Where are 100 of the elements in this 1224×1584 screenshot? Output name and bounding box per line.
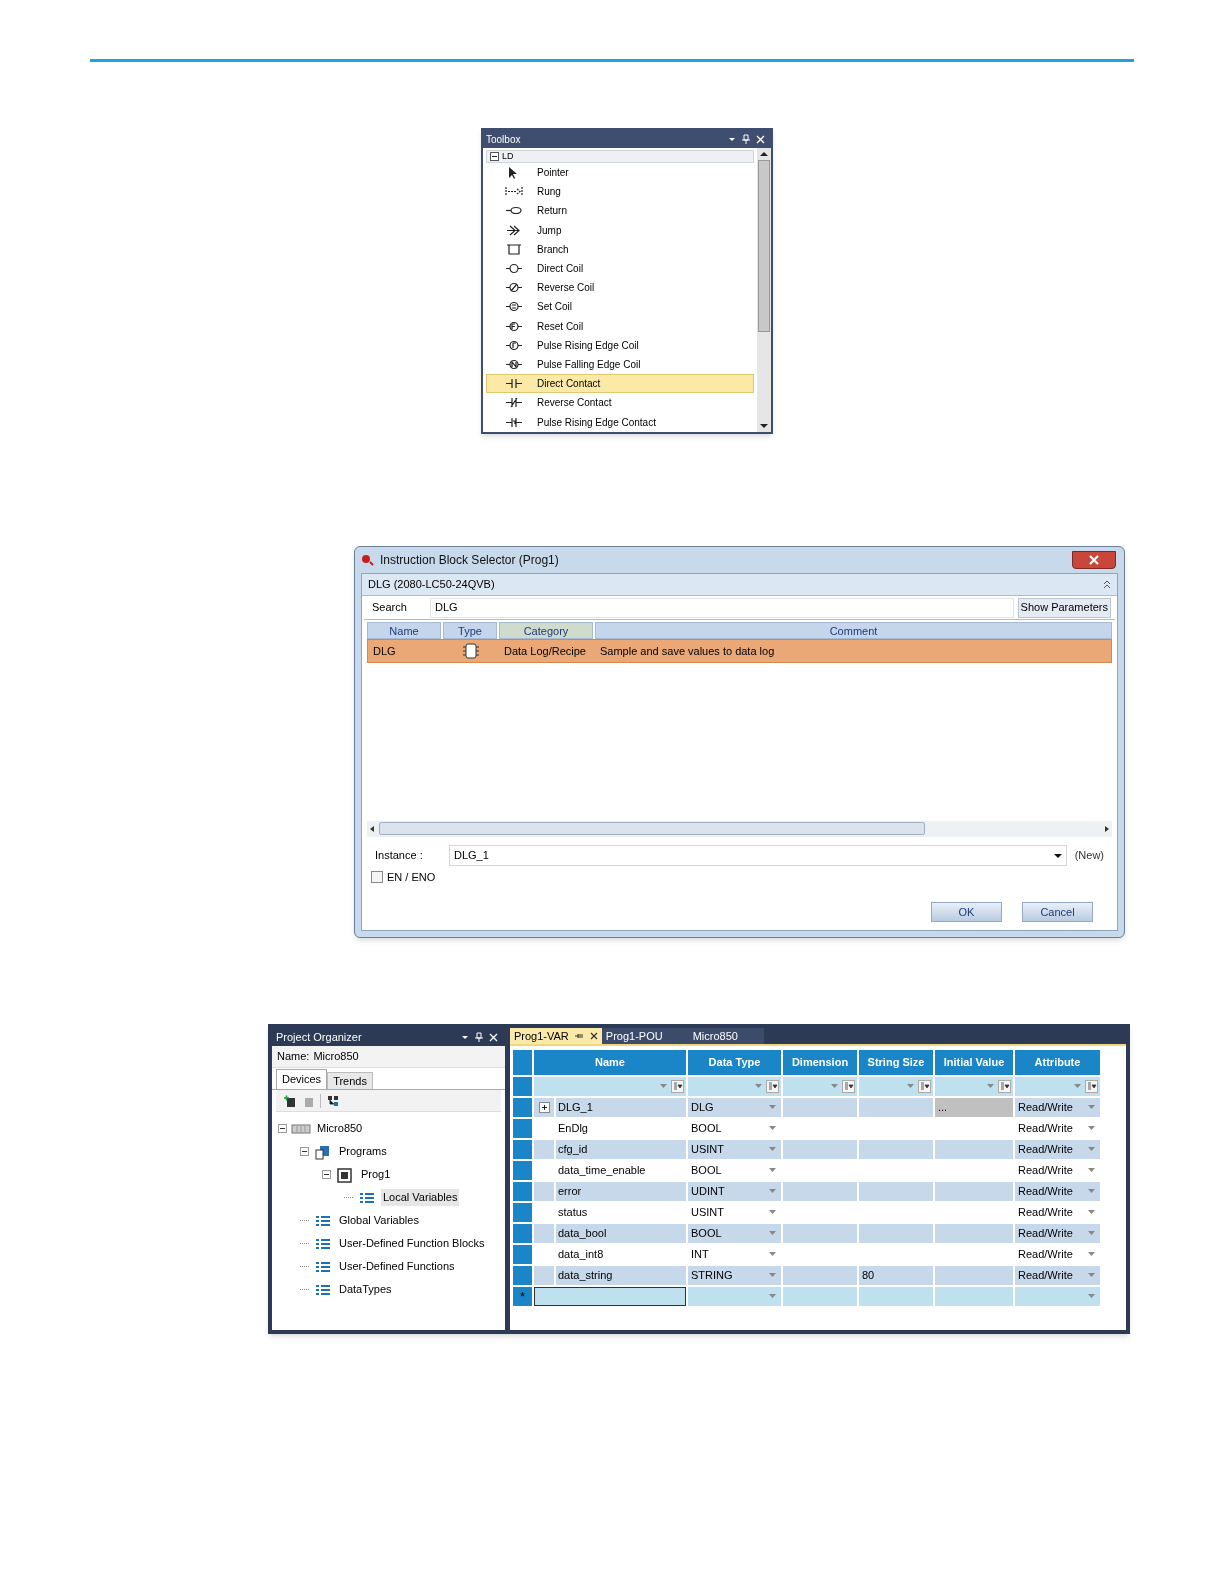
dropdown-icon xyxy=(1088,1168,1095,1173)
toolbox-item[interactable]: Return xyxy=(486,201,754,221)
filter-field[interactable] xyxy=(935,1077,1013,1096)
section-header: DLG (2080-LC50-24QVB) xyxy=(368,577,496,593)
column-header[interactable]: Category xyxy=(499,622,593,639)
group-label: LD xyxy=(502,149,514,163)
dropdown-icon xyxy=(769,1252,776,1257)
dropdown-cell[interactable]: UDINT xyxy=(688,1182,781,1201)
dropdown-cell[interactable]: STRING xyxy=(688,1266,781,1285)
column-header[interactable]: Name xyxy=(534,1050,686,1075)
tree-item[interactable]: DataTypes xyxy=(337,1281,394,1298)
row-header[interactable] xyxy=(513,1266,532,1285)
dropdown-icon xyxy=(1088,1252,1095,1257)
toolbox-item[interactable]: Pulse Falling Edge Coil xyxy=(486,354,754,375)
expander-cell[interactable] xyxy=(534,1224,554,1243)
column-header[interactable]: Name xyxy=(367,622,441,639)
filter-field[interactable] xyxy=(1015,1077,1100,1096)
dropdown-cell[interactable]: USINT xyxy=(688,1140,781,1159)
column-header[interactable]: Comment xyxy=(595,622,1112,639)
tree-item[interactable]: Programs xyxy=(337,1143,389,1160)
instance-label: Instance : xyxy=(375,848,424,864)
toolbox-item[interactable]: Reverse Contact xyxy=(486,393,754,413)
panel-tab[interactable]: Devices xyxy=(276,1069,328,1089)
table-cell[interactable] xyxy=(783,1287,857,1306)
tree-item[interactable]: User-Defined Function Blocks xyxy=(337,1235,487,1252)
column-header[interactable]: Attribute xyxy=(1015,1050,1100,1075)
dropdown-cell[interactable]: Read/Write xyxy=(1015,1266,1100,1285)
tree-item[interactable]: Micro850 xyxy=(315,1120,365,1137)
toolbox-item[interactable]: Pulse Rising Edge Coil xyxy=(486,335,754,355)
column-header[interactable]: Initial Value xyxy=(935,1050,1013,1075)
row-header[interactable] xyxy=(513,1161,532,1180)
column-header[interactable]: String Size xyxy=(859,1050,933,1075)
dropdown-icon xyxy=(769,1168,776,1173)
expander-cell[interactable] xyxy=(534,1140,554,1159)
toolbox-item[interactable]: Jump xyxy=(486,220,754,240)
expander-cell[interactable] xyxy=(534,1098,554,1117)
table-cell: ... xyxy=(935,1098,1013,1117)
table-cell[interactable] xyxy=(935,1287,1013,1306)
dropdown-icon xyxy=(769,1126,776,1131)
tree-item[interactable]: Local Variables xyxy=(381,1189,460,1206)
panel-tab[interactable]: Trends xyxy=(327,1072,373,1089)
document-tab[interactable]: Prog1-VAR xyxy=(510,1028,602,1044)
filter-field[interactable] xyxy=(783,1077,857,1096)
toolbox-item[interactable]: Set Coil xyxy=(486,297,754,317)
result-row[interactable]: DLG Data Log/Recipe Sample and save values to data log xyxy=(367,639,1112,663)
toolbox-item[interactable]: Pointer xyxy=(486,163,754,183)
expander-cell[interactable] xyxy=(534,1266,554,1285)
dropdown-cell[interactable] xyxy=(688,1287,781,1306)
table-cell[interactable] xyxy=(859,1287,933,1306)
tree-item[interactable]: Global Variables xyxy=(337,1212,421,1229)
scrollbar[interactable] xyxy=(757,148,771,432)
dropdown-cell[interactable]: Read/Write xyxy=(1015,1140,1100,1159)
filter-field[interactable] xyxy=(688,1077,781,1096)
search-field[interactable]: DLG xyxy=(430,597,1014,618)
toolbox-item[interactable]: Reverse Coil xyxy=(486,278,754,298)
row-header[interactable] xyxy=(513,1224,532,1243)
dropdown-icon xyxy=(769,1147,776,1152)
dropdown-icon xyxy=(728,135,736,143)
tree-item[interactable]: Prog1 xyxy=(359,1166,393,1183)
row-header[interactable] xyxy=(513,1203,532,1222)
dropdown-cell[interactable]: DLG xyxy=(688,1098,781,1117)
toolbox-item[interactable]: Reset Coil xyxy=(486,316,754,336)
dialog-button[interactable]: OK xyxy=(931,902,1002,922)
dropdown-cell[interactable]: BOOL xyxy=(688,1224,781,1243)
document-tab[interactable]: Micro850 xyxy=(666,1028,764,1044)
toolbox-item[interactable]: Pulse Rising Edge Contact xyxy=(486,412,754,432)
dropdown-icon xyxy=(907,1084,914,1089)
instance-dropdown[interactable]: DLG_1 xyxy=(449,845,1067,866)
column-header[interactable]: Type xyxy=(443,622,497,639)
en-eno-checkbox[interactable]: EN / ENO xyxy=(371,868,436,885)
toolbox-item[interactable]: Rung xyxy=(486,182,754,202)
row-header[interactable] xyxy=(513,1182,532,1201)
dropdown-cell[interactable] xyxy=(1015,1287,1100,1306)
row-header[interactable] xyxy=(513,1245,532,1264)
dropdown-icon xyxy=(831,1084,838,1089)
dropdown-cell[interactable]: Read/Write xyxy=(1015,1098,1100,1117)
document-tab[interactable]: Prog1-POU xyxy=(601,1028,667,1044)
horizontal-scrollbar[interactable] xyxy=(367,820,1112,837)
close-button[interactable] xyxy=(1072,551,1116,569)
close-icon xyxy=(489,1032,498,1042)
show-parameters-button[interactable]: Show Parameters xyxy=(1017,597,1111,618)
row-header[interactable] xyxy=(513,1140,532,1159)
dropdown-icon xyxy=(769,1105,776,1110)
dialog-button[interactable]: Cancel xyxy=(1022,902,1093,922)
toolbox-item[interactable]: Direct Contact xyxy=(486,374,754,394)
column-header[interactable]: Dimension xyxy=(783,1050,857,1075)
dropdown-icon xyxy=(1088,1189,1095,1194)
expander-cell[interactable] xyxy=(534,1182,554,1201)
row-header xyxy=(513,1077,532,1096)
column-header[interactable]: Data Type xyxy=(688,1050,781,1075)
dropdown-icon xyxy=(755,1084,762,1089)
dropdown-icon xyxy=(1088,1294,1095,1299)
tree-item[interactable]: User-Defined Functions xyxy=(337,1258,457,1275)
toolbox-item[interactable]: Direct Coil xyxy=(486,258,754,279)
dropdown-cell[interactable]: Read/Write xyxy=(1015,1224,1100,1243)
input-field[interactable] xyxy=(534,1287,686,1306)
dropdown-cell[interactable]: Read/Write xyxy=(1015,1182,1100,1201)
filter-field[interactable] xyxy=(859,1077,933,1096)
toolbox-item[interactable]: Branch xyxy=(486,239,754,259)
filter-field[interactable] xyxy=(534,1077,686,1096)
